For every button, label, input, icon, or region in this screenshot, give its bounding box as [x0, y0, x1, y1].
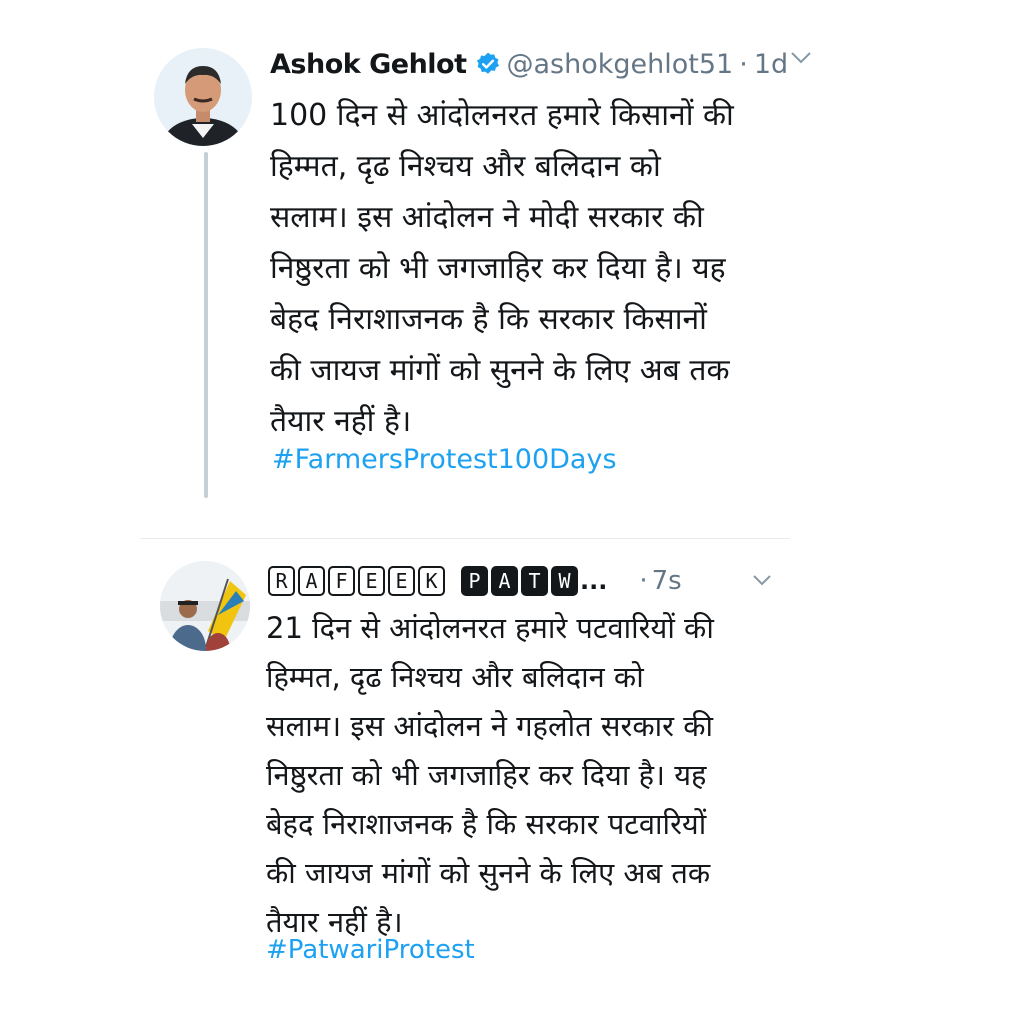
- author-name[interactable]: RAFEEKPATW: [268, 566, 578, 596]
- meta-separator: ·: [739, 48, 748, 80]
- author-avatar[interactable]: [160, 561, 250, 651]
- verified-badge-icon: [475, 51, 501, 77]
- meta-separator: ·: [639, 566, 648, 596]
- tweet-header: Ashok Gehlot @ashokgehlot51 · 1d: [270, 44, 788, 84]
- name-letter: P: [461, 566, 488, 596]
- name-letter: F: [328, 566, 355, 596]
- tweet-rafeek-patwari[interactable]: RAFEEKPATW ... · 7s 21 दिन से आंदोलनरत ह…: [0, 540, 1024, 1020]
- name-letter: K: [418, 566, 445, 596]
- name-letter: W: [551, 566, 578, 596]
- author-handle[interactable]: @ashokgehlot51: [507, 49, 734, 80]
- author-name[interactable]: Ashok Gehlot: [270, 49, 467, 80]
- chevron-down-icon[interactable]: [790, 46, 812, 71]
- tweet-divider: [140, 538, 790, 539]
- person-photo-icon: [154, 48, 252, 146]
- name-truncation: ...: [580, 567, 608, 595]
- chevron-down-icon[interactable]: [752, 568, 772, 592]
- name-letter: T: [521, 566, 548, 596]
- name-letter: A: [298, 566, 325, 596]
- tweet-ashok-gehlot[interactable]: Ashok Gehlot @ashokgehlot51 · 1d 100 दिन…: [0, 0, 1024, 520]
- name-letter: E: [358, 566, 385, 596]
- name-letter: R: [268, 566, 295, 596]
- tweet-timestamp[interactable]: 7s: [652, 566, 682, 596]
- thread-connector-line: [204, 152, 208, 498]
- person-photo-icon: [160, 561, 250, 651]
- tweet-timestamp[interactable]: 1d: [754, 49, 788, 80]
- name-letter: A: [491, 566, 518, 596]
- name-letter: E: [388, 566, 415, 596]
- hashtag-link[interactable]: #FarmersProtest100Days: [272, 444, 617, 475]
- tweet-body: 100 दिन से आंदोलनरत हमारे किसानों की हिम…: [270, 98, 734, 439]
- tweet-header: RAFEEKPATW ... · 7s: [268, 562, 682, 600]
- author-avatar[interactable]: [154, 48, 252, 146]
- hashtag-link[interactable]: #PatwariProtest: [266, 935, 475, 965]
- tweet-body: 21 दिन से आंदोलनरत हमारे पटवारियों की हि…: [266, 611, 714, 939]
